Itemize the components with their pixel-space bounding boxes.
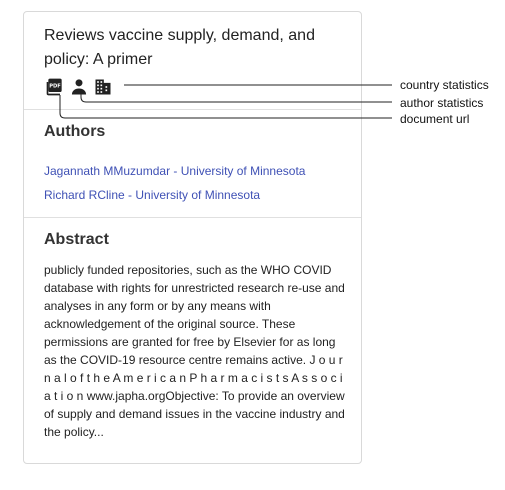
- author-statistics-label: author statistics: [400, 96, 484, 110]
- paper-title: Reviews vaccine supply, demand, and poli…: [44, 27, 315, 68]
- document-url-label: document url: [400, 112, 470, 126]
- country-statistics-label: country statistics: [400, 78, 489, 92]
- author-link[interactable]: Jagannath MMuzumdar - University of Minn…: [44, 164, 305, 178]
- paper-icon-bar: PDF: [45, 76, 117, 98]
- person-icon[interactable]: [69, 77, 89, 97]
- svg-text:PDF: PDF: [49, 83, 61, 89]
- paper-card: Reviews vaccine supply, demand, and poli…: [23, 11, 362, 464]
- pdf-icon[interactable]: PDF: [45, 77, 65, 97]
- building-icon[interactable]: [93, 77, 113, 97]
- divider: [24, 109, 361, 110]
- authors-heading: Authors: [44, 123, 106, 140]
- abstract-text: publicly funded repositories, such as th…: [44, 263, 345, 439]
- author-link[interactable]: Richard RCline - University of Minnesota: [44, 188, 260, 202]
- abstract-heading: Abstract: [44, 231, 109, 248]
- divider: [24, 217, 361, 218]
